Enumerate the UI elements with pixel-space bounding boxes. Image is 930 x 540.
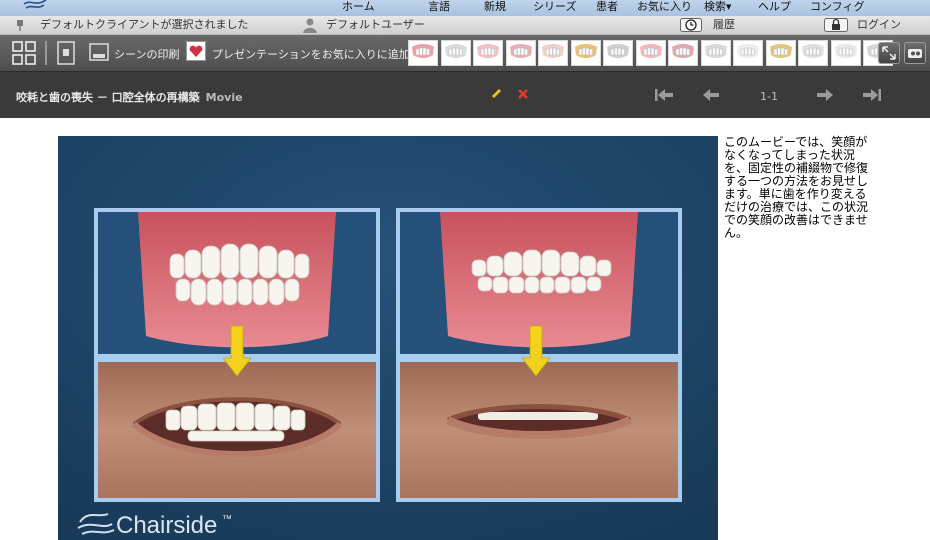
history-label[interactable]: 履歴 [713,16,735,34]
chevron-down-icon: ▼ [726,3,732,11]
pin-icon [14,19,26,31]
previous-page-icon[interactable] [702,88,720,105]
nav-item-help[interactable]: ヘルプ [758,0,791,16]
nav-item-config[interactable]: コンフィグ [810,0,864,16]
scene-thumbnail[interactable] [440,40,471,66]
presentation-title-text: 咬耗と歯の喪失 － 口腔全体の再構築 [16,91,200,104]
nav-item-language[interactable]: 言語 [428,0,450,16]
scene-thumbnail[interactable] [830,40,861,66]
client-status-text: デフォルトクライアントが選択されました [40,18,249,31]
history-clock-icon[interactable] [680,18,702,32]
close-icon[interactable] [516,87,530,104]
right-smile-panel [396,358,682,502]
media-type-label: Movie [205,91,243,104]
user-icon [302,17,318,33]
scene-thumbnail[interactable] [798,40,828,66]
scene-thumbnail[interactable] [733,40,763,66]
scene-thumbnail[interactable] [765,40,796,66]
scene-thumbnail[interactable] [473,40,503,66]
page-indicator: 1-1 [760,90,778,103]
scene-thumbnail[interactable] [505,40,536,66]
scene-thumbnail[interactable] [408,40,438,66]
app-logo-icon [22,0,48,14]
document-icon[interactable] [56,41,76,65]
print-scene-button[interactable]: シーンの印刷 [114,46,179,62]
movie-player[interactable]: Chairside ™ [58,136,718,540]
scene-thumbnail[interactable] [603,40,633,66]
lock-icon[interactable] [824,18,848,32]
nav-item-search[interactable]: 検索▼ [704,0,731,16]
scene-thumbnail[interactable] [635,40,666,66]
camera-icon[interactable] [904,42,926,64]
last-page-icon[interactable] [862,88,882,105]
nav-item-patient[interactable]: 患者 [596,0,618,16]
user-name[interactable]: デフォルトユーザー [326,16,425,34]
scene-thumbnail[interactable] [570,40,601,66]
edit-pencil-icon[interactable] [489,87,503,104]
movie-description: このムービーでは、笑顔がなくなってしまった状況を、固定性の補綴物で修復する一つの… [724,135,869,240]
presentation-title: 咬耗と歯の喪失 － 口腔全体の再構築 Movie [16,89,243,105]
scene-info-bar: 咬耗と歯の喪失 － 口腔全体の再構築 Movie 1-1 [0,72,930,118]
nav-item-home[interactable]: ホーム [342,0,375,16]
add-favorite-button[interactable]: プレゼンテーションをお気に入りに追加 [212,46,410,62]
next-page-icon[interactable] [816,88,834,105]
left-smile-panel [94,358,380,502]
toolbar: シーンの印刷 プレゼンテーションをお気に入りに追加 [0,35,930,72]
nav-item-favorites[interactable]: お気に入り [637,0,692,16]
nav-item-search-label: 検索 [704,0,726,13]
first-page-icon[interactable] [654,88,674,105]
login-label[interactable]: ログイン [857,16,901,34]
heart-icon[interactable] [186,41,206,65]
trademark-symbol: ™ [222,514,232,525]
print-icon[interactable] [88,41,110,65]
scene-thumbnail[interactable] [538,40,568,66]
grid-view-icon[interactable] [12,41,36,65]
nav-item-series[interactable]: シリーズ [533,0,576,16]
movie-frame-illustration [58,136,718,540]
fullscreen-icon[interactable] [878,42,900,64]
nav-item-new[interactable]: 新規 [484,0,506,16]
scene-thumbnail[interactable] [668,40,698,66]
status-bar: デフォルトクライアントが選択されました デフォルトユーザー 履歴 ログイン [0,16,930,35]
toolbar-divider [45,41,47,65]
scene-thumbnail[interactable] [700,40,731,66]
chairside-brand-text: Chairside [116,512,218,539]
top-navigation-bar: ホーム 言語 新規 シリーズ 患者 お気に入り 検索▼ ヘルプ コンフィグ [0,0,930,17]
